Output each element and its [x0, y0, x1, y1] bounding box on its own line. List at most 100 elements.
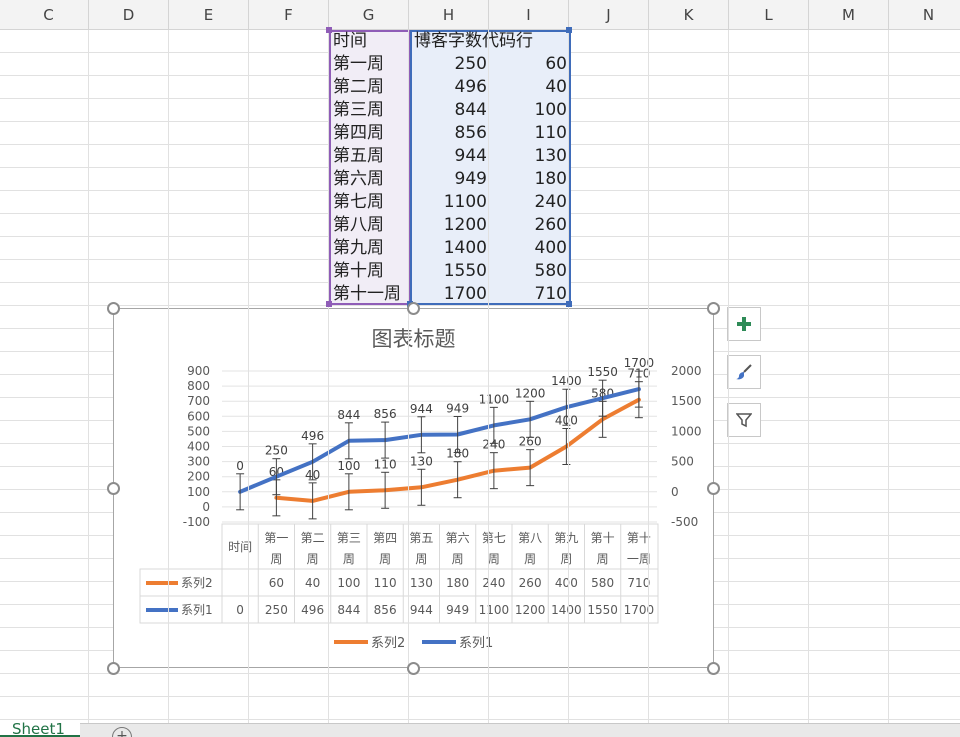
- data-table-category: 周: [270, 552, 282, 566]
- table-cell-week[interactable]: 第十一周: [329, 283, 410, 306]
- header-cell-values[interactable]: 博客字数代码行: [410, 30, 570, 53]
- data-table-series-name: 系列1: [181, 603, 213, 617]
- data-table-value: 60: [269, 576, 284, 590]
- selection-handle[interactable]: [566, 27, 572, 33]
- column-header-bar: CDEFGHIJKLMN: [0, 0, 960, 30]
- table-cell-lines[interactable]: 130: [490, 145, 570, 168]
- table-cell-words[interactable]: 496: [410, 76, 490, 99]
- y-right-tick-label: 1500: [671, 394, 702, 408]
- chart-resize-handle[interactable]: [107, 482, 120, 495]
- line-chart[interactable]: -1000100200300400500600700800900-5000500…: [114, 309, 713, 667]
- chart-resize-handle[interactable]: [407, 662, 420, 675]
- table-cell-words[interactable]: 1700: [410, 283, 490, 306]
- column-header-h[interactable]: H: [409, 0, 489, 30]
- table-cell-words[interactable]: 949: [410, 168, 490, 191]
- table-cell-week[interactable]: 第十周: [329, 260, 410, 283]
- table-cell-lines[interactable]: 60: [490, 53, 570, 76]
- table-cell-words[interactable]: 1100: [410, 191, 490, 214]
- data-table-value: 260: [519, 576, 542, 590]
- data-label: 100: [337, 459, 360, 473]
- y-left-tick-label: 800: [187, 379, 210, 393]
- data-table-row: [139, 568, 659, 597]
- table-cell-week[interactable]: 第一周: [329, 53, 410, 76]
- chart-filters-button[interactable]: [727, 403, 761, 437]
- data-table-value: 580: [591, 576, 614, 590]
- table-cell-week[interactable]: 第四周: [329, 122, 410, 145]
- header-cell-time[interactable]: 时间: [329, 30, 410, 53]
- y-left-tick-label: 200: [187, 470, 210, 484]
- data-label: 844: [337, 408, 360, 422]
- column-header-k[interactable]: K: [649, 0, 729, 30]
- table-cell-week[interactable]: 第三周: [329, 99, 410, 122]
- table-cell-words[interactable]: 250: [410, 53, 490, 76]
- column-header-n[interactable]: N: [889, 0, 960, 30]
- table-cell-week[interactable]: 第五周: [329, 145, 410, 168]
- selection-handle[interactable]: [566, 301, 572, 307]
- table-cell-words[interactable]: 944: [410, 145, 490, 168]
- chart-area[interactable]: 图表标题 -100 0 100 200 300 400 500 600 700 800 900 -50…: [113, 308, 714, 668]
- table-cell-week[interactable]: 第八周: [329, 214, 410, 237]
- data-table-category: 周: [379, 552, 391, 566]
- data-label: 110: [374, 457, 397, 471]
- table-cell-lines[interactable]: 110: [490, 122, 570, 145]
- data-table-value: 1200: [515, 603, 546, 617]
- y-right-tick-label: 500: [671, 455, 694, 469]
- table-cell-lines[interactable]: 710: [490, 283, 570, 306]
- chart-resize-handle[interactable]: [107, 662, 120, 675]
- table-cell-lines[interactable]: 580: [490, 260, 570, 283]
- data-label: 0: [236, 459, 244, 473]
- table-cell-lines[interactable]: 240: [490, 191, 570, 214]
- data-label: 1550: [587, 365, 618, 379]
- selection-handle[interactable]: [326, 301, 332, 307]
- grid-column-line: [408, 30, 409, 723]
- chart-elements-button[interactable]: [727, 307, 761, 341]
- data-label: 944: [410, 402, 433, 416]
- table-cell-week[interactable]: 第九周: [329, 237, 410, 260]
- table-cell-week[interactable]: 第七周: [329, 191, 410, 214]
- y-right-tick-label: -500: [671, 515, 698, 529]
- table-cell-lines[interactable]: 40: [490, 76, 570, 99]
- selection-handle[interactable]: [326, 27, 332, 33]
- chart-resize-handle[interactable]: [407, 302, 420, 315]
- column-header-j[interactable]: J: [569, 0, 649, 30]
- y-right-tick-label: 1000: [671, 424, 702, 438]
- data-table-category: 第四: [373, 531, 397, 545]
- table-cell-words[interactable]: 1550: [410, 260, 490, 283]
- column-header-g[interactable]: G: [329, 0, 409, 30]
- table-cell-words[interactable]: 844: [410, 99, 490, 122]
- column-header-d[interactable]: D: [89, 0, 169, 30]
- column-header-f[interactable]: F: [249, 0, 329, 30]
- column-header-e[interactable]: E: [169, 0, 249, 30]
- data-table-value: 1100: [479, 603, 510, 617]
- table-cell-words[interactable]: 1400: [410, 237, 490, 260]
- table-cell-words[interactable]: 1200: [410, 214, 490, 237]
- column-header-c[interactable]: C: [9, 0, 89, 30]
- table-cell-week[interactable]: 第二周: [329, 76, 410, 99]
- data-table-category: 第五: [409, 531, 433, 545]
- y-left-tick-label: -100: [183, 515, 210, 529]
- table-cell-week[interactable]: 第六周: [329, 168, 410, 191]
- chart-resize-handle[interactable]: [107, 302, 120, 315]
- table-cell-lines[interactable]: 180: [490, 168, 570, 191]
- chart-resize-handle[interactable]: [707, 482, 720, 495]
- y-left-tick-label: 400: [187, 440, 210, 454]
- data-table-category: 周: [524, 552, 536, 566]
- chart-styles-button[interactable]: [727, 355, 761, 389]
- column-header-i[interactable]: I: [489, 0, 569, 30]
- table-cell-lines[interactable]: 100: [490, 99, 570, 122]
- data-table-category: 第八: [518, 531, 542, 545]
- table-cell-lines[interactable]: 400: [490, 237, 570, 260]
- y-left-tick-label: 500: [187, 424, 210, 438]
- column-header-l[interactable]: L: [729, 0, 809, 30]
- chart-resize-handle[interactable]: [707, 662, 720, 675]
- chart-resize-handle[interactable]: [707, 302, 720, 315]
- table-cell-lines[interactable]: 260: [490, 214, 570, 237]
- table-cell-words[interactable]: 856: [410, 122, 490, 145]
- grid-column-line: [808, 30, 809, 723]
- data-table-category: 第十: [591, 531, 615, 545]
- data-label: 496: [301, 429, 324, 443]
- data-label: 130: [410, 454, 433, 468]
- sheet-tab-sheet1[interactable]: Sheet1: [0, 722, 80, 737]
- grid-column-line: [328, 30, 329, 723]
- column-header-m[interactable]: M: [809, 0, 889, 30]
